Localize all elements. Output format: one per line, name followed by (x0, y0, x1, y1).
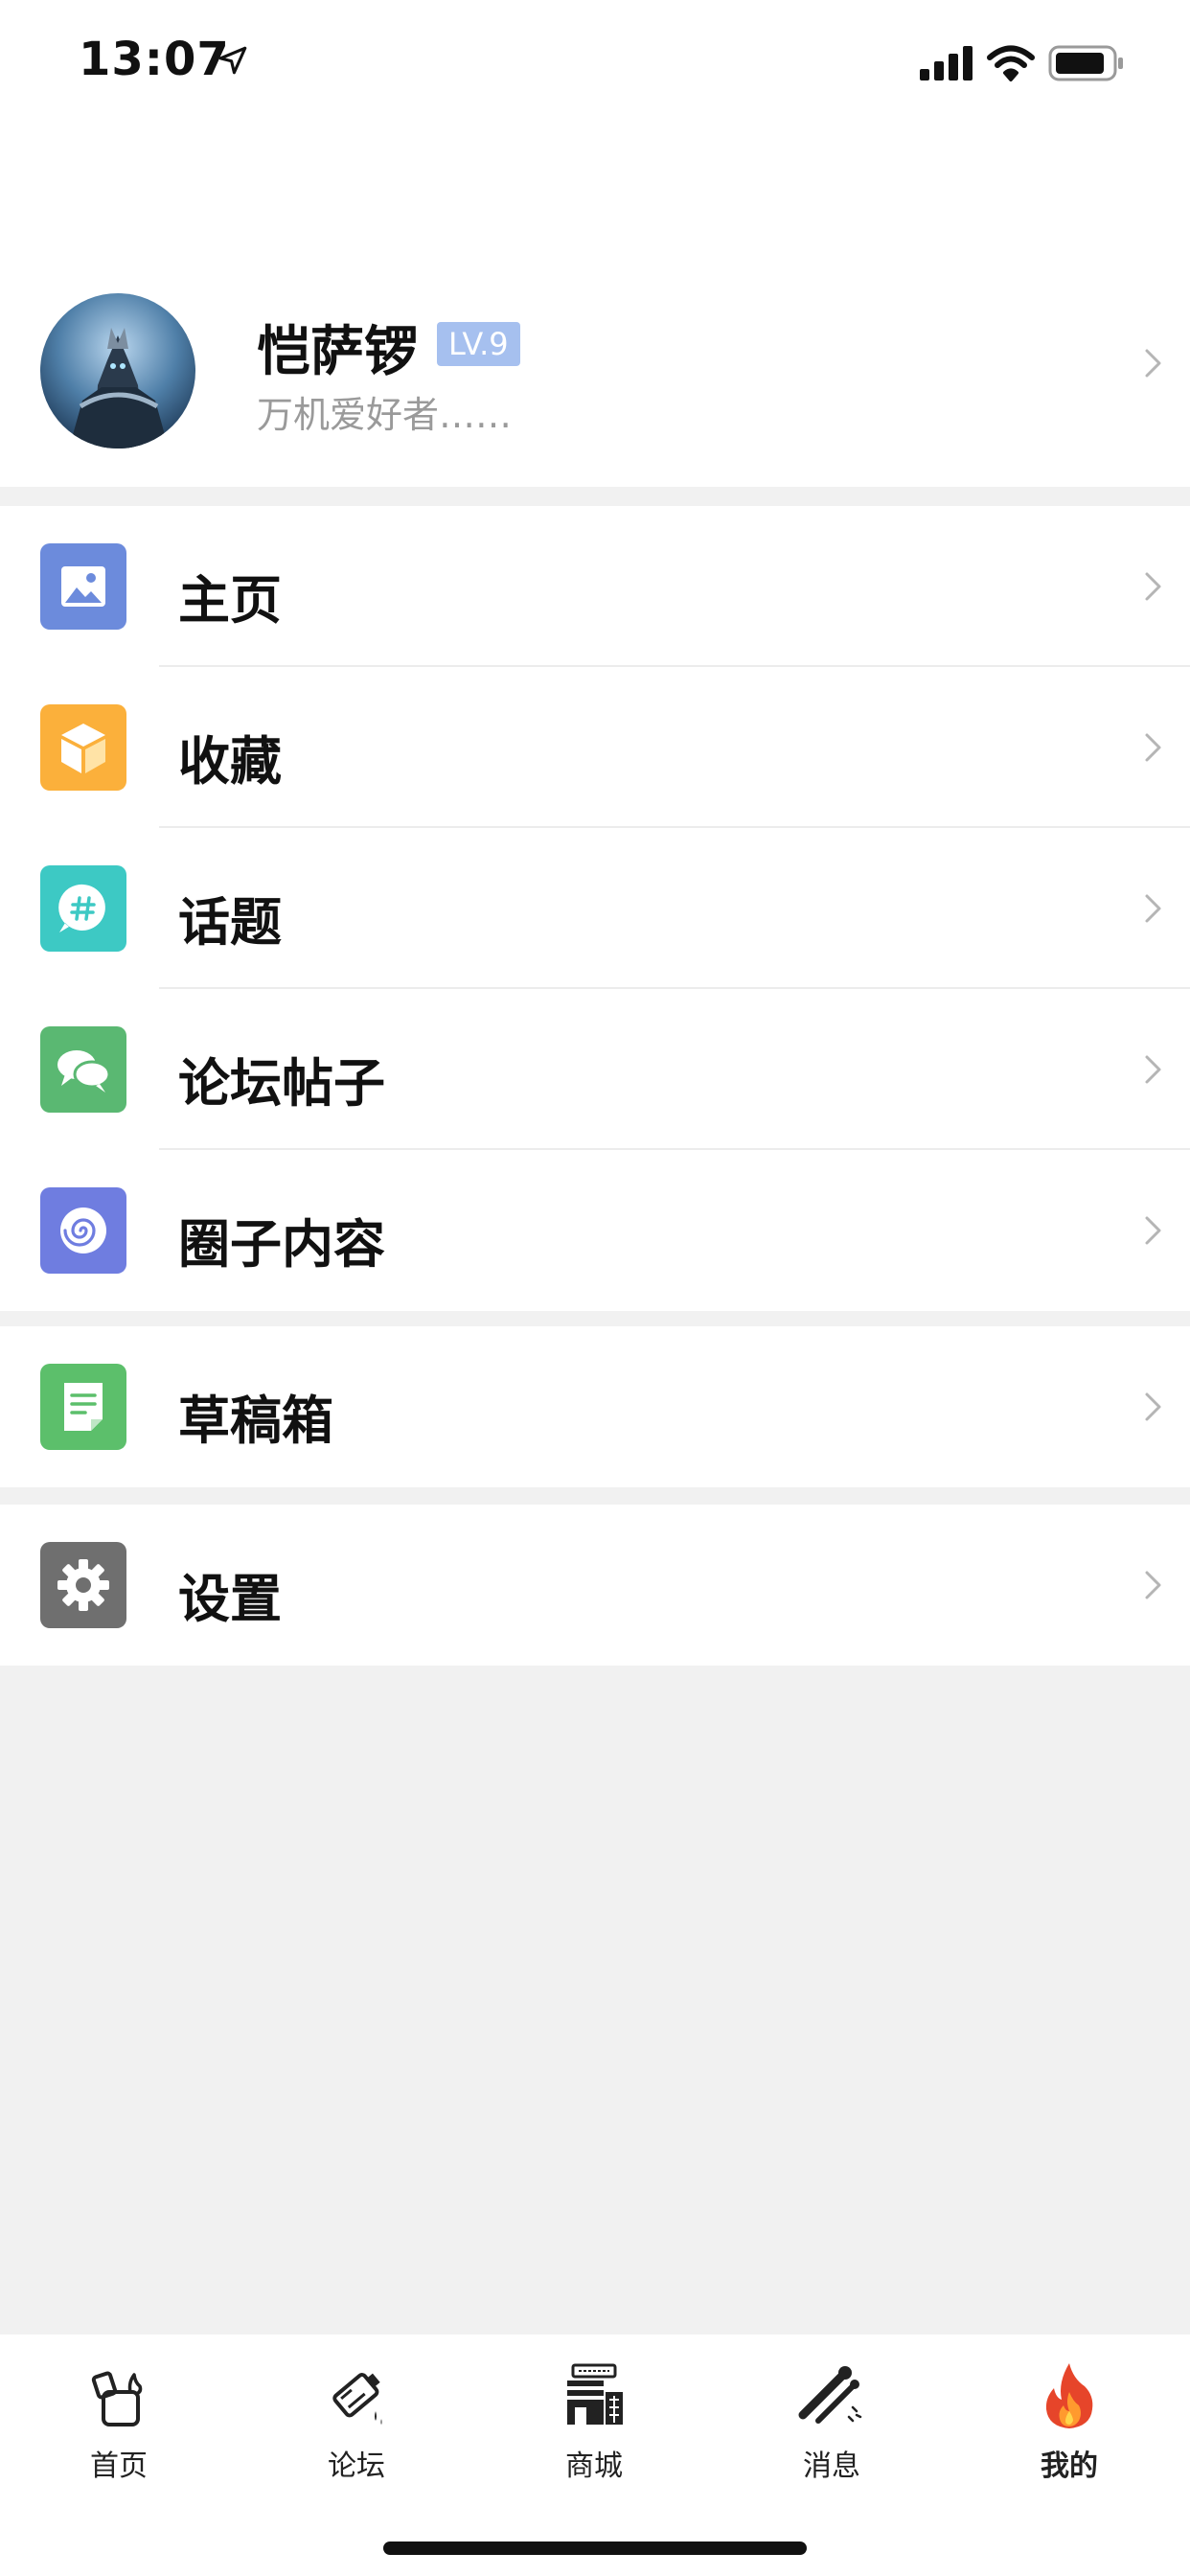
tab-home[interactable]: 首页 (0, 2358, 238, 2511)
menu-item-favorites[interactable]: 收藏 (0, 667, 1190, 828)
location-arrow-icon (218, 46, 247, 75)
tab-label: 商城 (565, 2450, 623, 2483)
chevron-right-icon (1145, 1571, 1161, 1599)
menu-item-circle-content[interactable]: 圈子内容 (0, 1150, 1190, 1311)
chevron-right-icon (1145, 349, 1161, 378)
tab-label: 消息 (803, 2450, 860, 2483)
menu-item-drafts[interactable]: 草稿箱 (0, 1326, 1190, 1487)
menu-item-label: 话题 (178, 892, 282, 953)
tab-label: 论坛 (328, 2450, 385, 2483)
note-icon (40, 1364, 126, 1450)
chevron-right-icon (1145, 1392, 1161, 1421)
menu-item-label: 论坛帖子 (178, 1053, 385, 1114)
battery-icon (1048, 45, 1123, 81)
menu-item-forum-posts[interactable]: 论坛帖子 (0, 989, 1190, 1150)
menu-item-label: 收藏 (178, 731, 282, 792)
level-badge: LV.9 (437, 322, 520, 366)
wifi-icon (987, 45, 1035, 81)
flame-icon (1045, 2363, 1093, 2428)
menu-group-settings: 设置 (0, 1505, 1190, 1666)
menu-item-label: 草稿箱 (178, 1391, 333, 1451)
lighter-icon (91, 2371, 143, 2426)
menu-item-topics[interactable]: 话题 (0, 828, 1190, 989)
chevron-right-icon (1145, 733, 1161, 762)
tab-forum[interactable]: 论坛 (238, 2358, 475, 2511)
tab-bar: 首页 论坛 商城 消息 我的 (0, 2334, 1190, 2576)
avatar[interactable] (40, 293, 195, 448)
home-indicator (383, 2542, 807, 2555)
menu-item-label: 圈子内容 (178, 1214, 385, 1275)
status-bar: 13:07 (0, 0, 1190, 134)
box-icon (40, 704, 126, 791)
tab-store[interactable]: 商城 (475, 2358, 713, 2511)
profile-bio: 万机爱好者…… (257, 394, 513, 436)
image-icon (40, 543, 126, 630)
chevron-right-icon (1145, 572, 1161, 601)
chevron-right-icon (1145, 1216, 1161, 1245)
tab-label: 首页 (90, 2450, 148, 2483)
gear-icon (40, 1542, 126, 1628)
menu-item-label: 设置 (178, 1569, 282, 1629)
hashtag-bubble-icon (40, 865, 126, 952)
profile-name: 恺萨锣 (257, 321, 418, 383)
tab-me[interactable]: 我的 (950, 2358, 1188, 2511)
store-icon (567, 2363, 623, 2425)
menu-item-label: 主页 (178, 570, 282, 631)
status-time: 13:07 (79, 33, 230, 86)
spray-can-icon (332, 2373, 382, 2425)
menu-group-main: 主页 收藏 话题 论坛帖子 圈子内容 (0, 506, 1190, 1311)
profile-card[interactable]: 恺萨锣 LV.9 万机爱好者…… (0, 288, 1190, 487)
tab-messages[interactable]: 消息 (713, 2358, 950, 2511)
matches-icon (798, 2366, 862, 2424)
signal-icon (920, 46, 973, 80)
chevron-right-icon (1145, 894, 1161, 923)
chevron-right-icon (1145, 1055, 1161, 1084)
spiral-icon (40, 1187, 126, 1274)
header-space (0, 134, 1190, 288)
menu-item-settings[interactable]: 设置 (0, 1505, 1190, 1666)
chat-bubbles-icon (40, 1026, 126, 1113)
tab-label: 我的 (1041, 2450, 1098, 2483)
menu-item-home[interactable]: 主页 (0, 506, 1190, 667)
menu-group-drafts: 草稿箱 (0, 1326, 1190, 1487)
